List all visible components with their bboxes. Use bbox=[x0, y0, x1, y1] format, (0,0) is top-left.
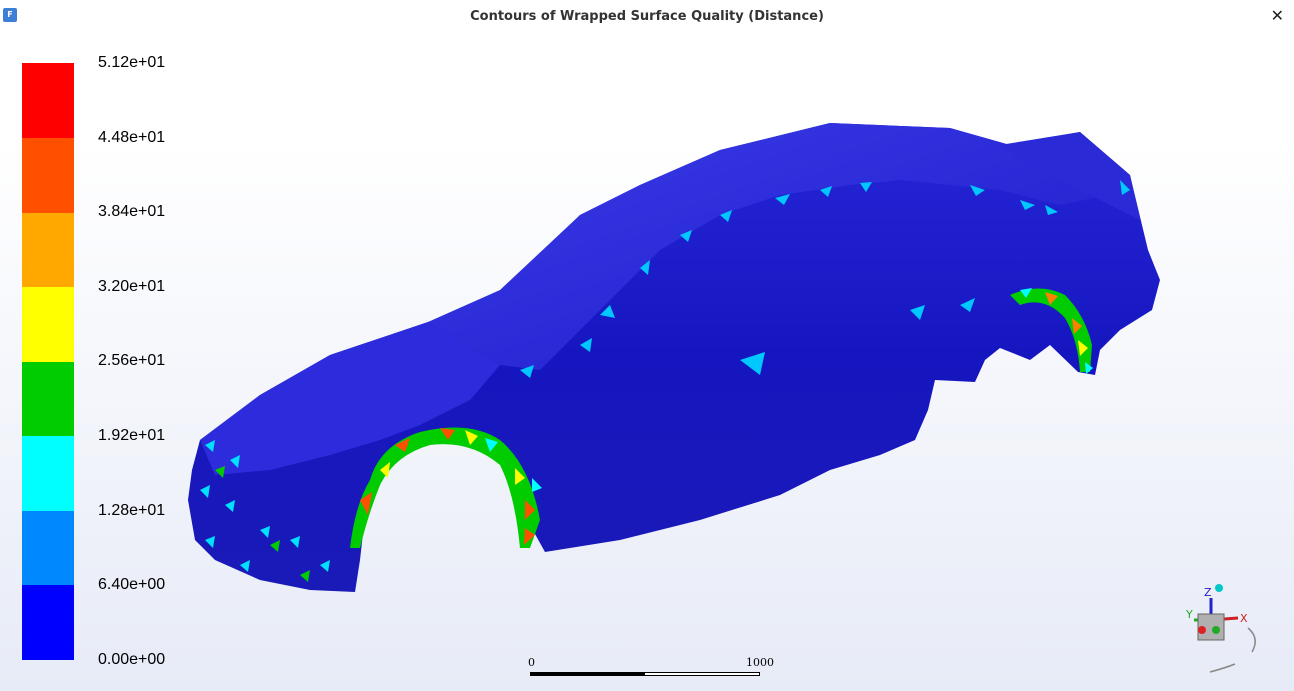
car-surface-contour[interactable] bbox=[0, 0, 1294, 691]
triad-x-label: X bbox=[1240, 612, 1248, 625]
scale-end-label: 1000 bbox=[746, 656, 774, 669]
triad-red-dot bbox=[1198, 626, 1206, 634]
triad-y-label: Y bbox=[1185, 608, 1193, 621]
triad-z-label: Z bbox=[1204, 586, 1212, 599]
rotate-arrow-icon[interactable] bbox=[1247, 627, 1256, 653]
scale-start-label: 0 bbox=[528, 656, 535, 669]
rotate-arrow-icon[interactable] bbox=[1209, 663, 1236, 673]
axis-triad[interactable]: Z X Y bbox=[1180, 580, 1270, 680]
scale-bar-half bbox=[645, 673, 759, 675]
triad-top-dot bbox=[1215, 584, 1223, 592]
triad-green-dot bbox=[1212, 626, 1220, 634]
